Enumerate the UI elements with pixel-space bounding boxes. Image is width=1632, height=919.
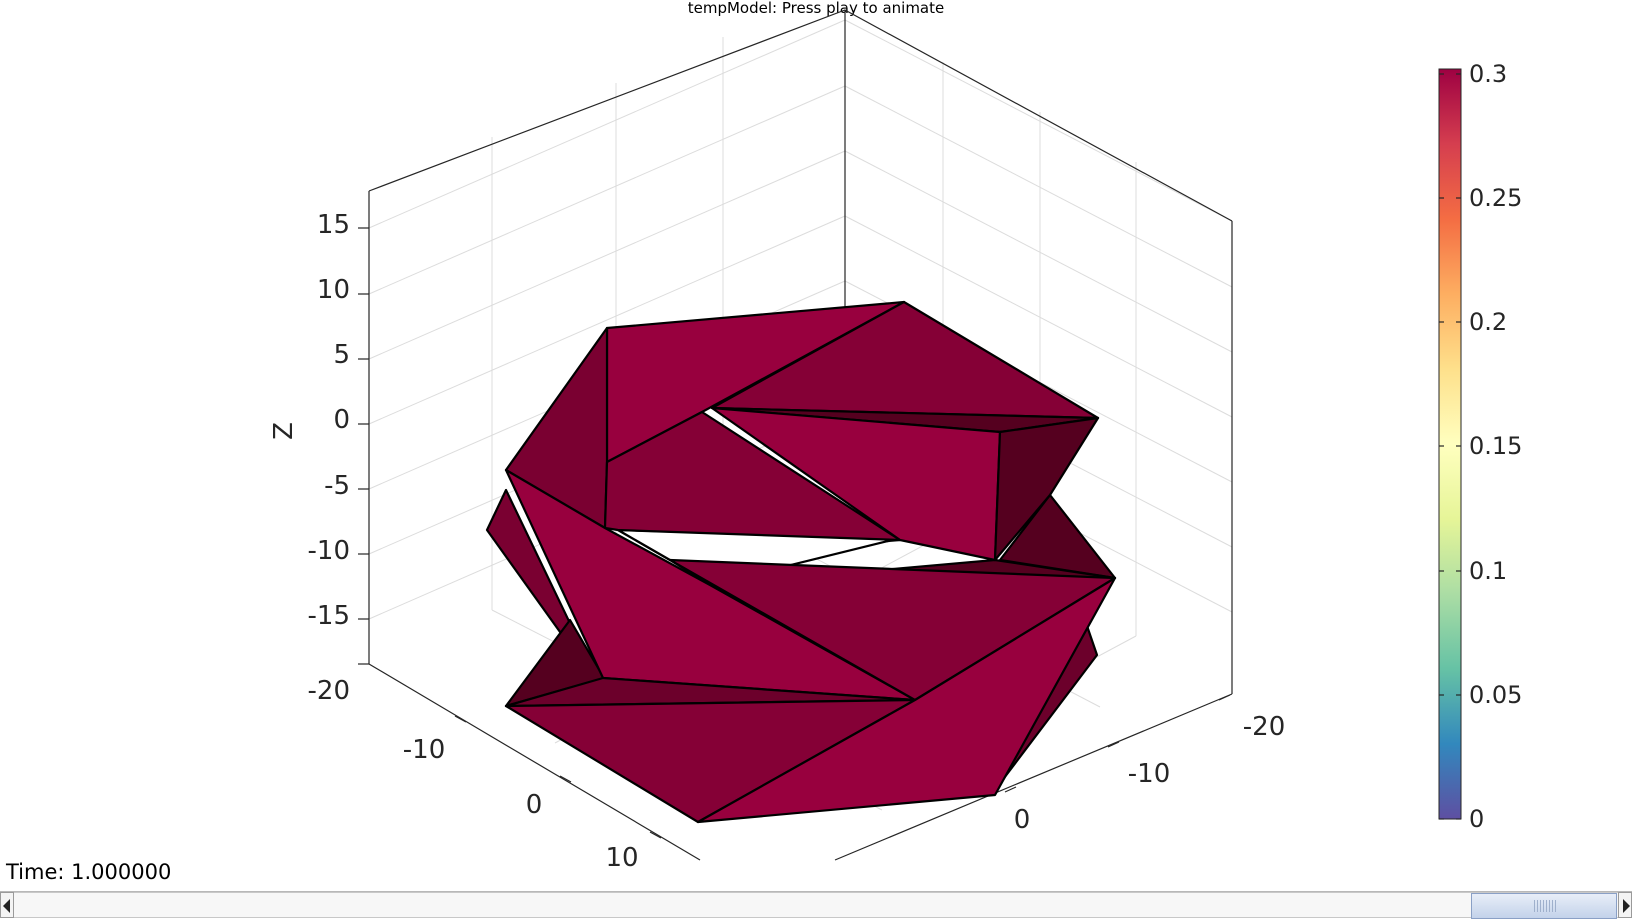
x-tick-label: 10 [605, 843, 638, 873]
colorbar-tick-label: 0 [1469, 805, 1484, 833]
z-tick-label: 10 [317, 275, 350, 305]
colorbar-tick-label: 0.05 [1469, 681, 1522, 709]
x-tick-label: 0 [526, 790, 543, 820]
colorbar-tick-label: 0.3 [1469, 60, 1507, 88]
colorbar-tick-label: 0.25 [1469, 184, 1522, 212]
chevron-right-icon [1623, 899, 1630, 913]
slider-track[interactable] [14, 892, 1618, 919]
slider-right-arrow[interactable] [1618, 892, 1632, 918]
model-surface[interactable] [485, 300, 1117, 824]
z-axis-label: Z [269, 422, 299, 440]
x-tick-label: -10 [403, 735, 445, 765]
colorbar-tick-label: 0.1 [1469, 557, 1507, 585]
y-tick-label: -20 [1243, 712, 1285, 742]
slider-thumb[interactable] [1471, 893, 1617, 919]
time-slider[interactable] [0, 891, 1632, 919]
z-tick-label: -10 [308, 536, 350, 566]
z-tick-label: -5 [324, 471, 350, 501]
colorbar-tick-label: 0.2 [1469, 308, 1507, 336]
time-label: Time: 1.000000 [6, 860, 172, 884]
z-tick-label: 5 [333, 340, 350, 370]
axes-3d[interactable]: 15 10 5 0 -5 -10 -15 -20 Z -10 0 10 -20 … [0, 0, 1632, 890]
z-tick-label: 0 [333, 405, 350, 435]
grip-icon [1534, 900, 1556, 912]
slider-left-arrow[interactable] [0, 892, 14, 918]
z-tick-label: -20 [308, 676, 350, 706]
colorbar[interactable]: 0.3 0.25 0.2 0.15 0.1 0.05 0 [1438, 60, 1522, 833]
y-tick-label: 0 [1014, 805, 1031, 835]
colorbar-tick-label: 0.15 [1469, 432, 1522, 460]
z-tick-label: 15 [317, 210, 350, 240]
y-tick-label: -10 [1128, 759, 1170, 789]
chevron-left-icon [3, 899, 10, 913]
z-tick-label: -15 [308, 601, 350, 631]
z-axis: 15 10 5 0 -5 -10 -15 -20 Z [269, 210, 369, 706]
